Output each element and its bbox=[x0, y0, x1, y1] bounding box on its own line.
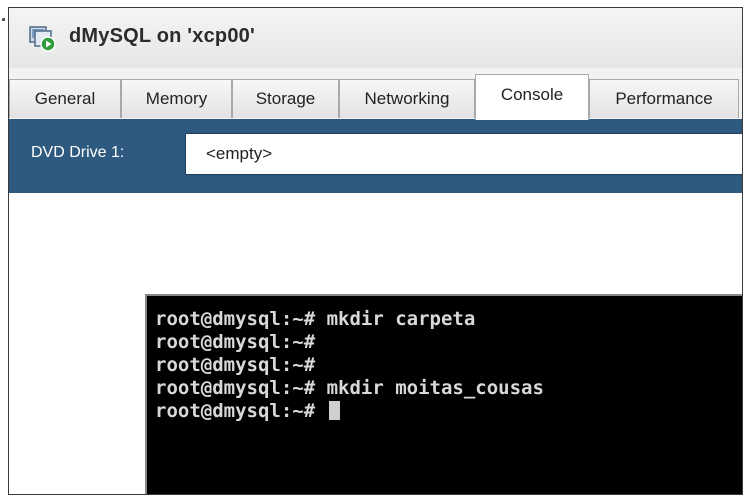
terminal-line: root@dmysql:~# bbox=[155, 331, 316, 353]
tab-general[interactable]: General bbox=[9, 79, 121, 118]
dvd-drive-bar: DVD Drive 1: <empty> bbox=[9, 119, 742, 193]
tab-networking[interactable]: Networking bbox=[339, 79, 475, 118]
vm-window: dMySQL on 'xcp00' General Memory Storage… bbox=[8, 7, 743, 495]
tab-strip: General Memory Storage Networking Consol… bbox=[9, 68, 742, 120]
tab-storage[interactable]: Storage bbox=[232, 79, 339, 118]
title-bar: dMySQL on 'xcp00' bbox=[9, 8, 742, 69]
tab-performance[interactable]: Performance bbox=[589, 79, 739, 118]
terminal-prompt-line: root@dmysql:~# bbox=[155, 400, 340, 422]
dvd-drive-value: <empty> bbox=[206, 144, 273, 163]
terminal-screen[interactable]: root@dmysql:~# mkdir carpeta root@dmysql… bbox=[145, 294, 742, 494]
corner-mark bbox=[2, 18, 5, 21]
terminal-line: root@dmysql:~# mkdir moitas_cousas bbox=[155, 377, 544, 399]
vm-running-icon bbox=[29, 26, 56, 52]
terminal-line: root@dmysql:~# bbox=[155, 400, 327, 422]
window-title: dMySQL on 'xcp00' bbox=[69, 25, 255, 47]
tab-memory[interactable]: Memory bbox=[121, 79, 232, 118]
terminal-cursor bbox=[328, 401, 340, 420]
terminal-line: root@dmysql:~# bbox=[155, 354, 316, 376]
console-area: root@dmysql:~# mkdir carpeta root@dmysql… bbox=[9, 193, 742, 494]
tab-console[interactable]: Console bbox=[475, 74, 589, 120]
dvd-drive-select[interactable]: <empty> bbox=[185, 133, 742, 175]
dvd-drive-label: DVD Drive 1: bbox=[31, 144, 125, 161]
terminal-line: root@dmysql:~# mkdir carpeta bbox=[155, 308, 476, 330]
